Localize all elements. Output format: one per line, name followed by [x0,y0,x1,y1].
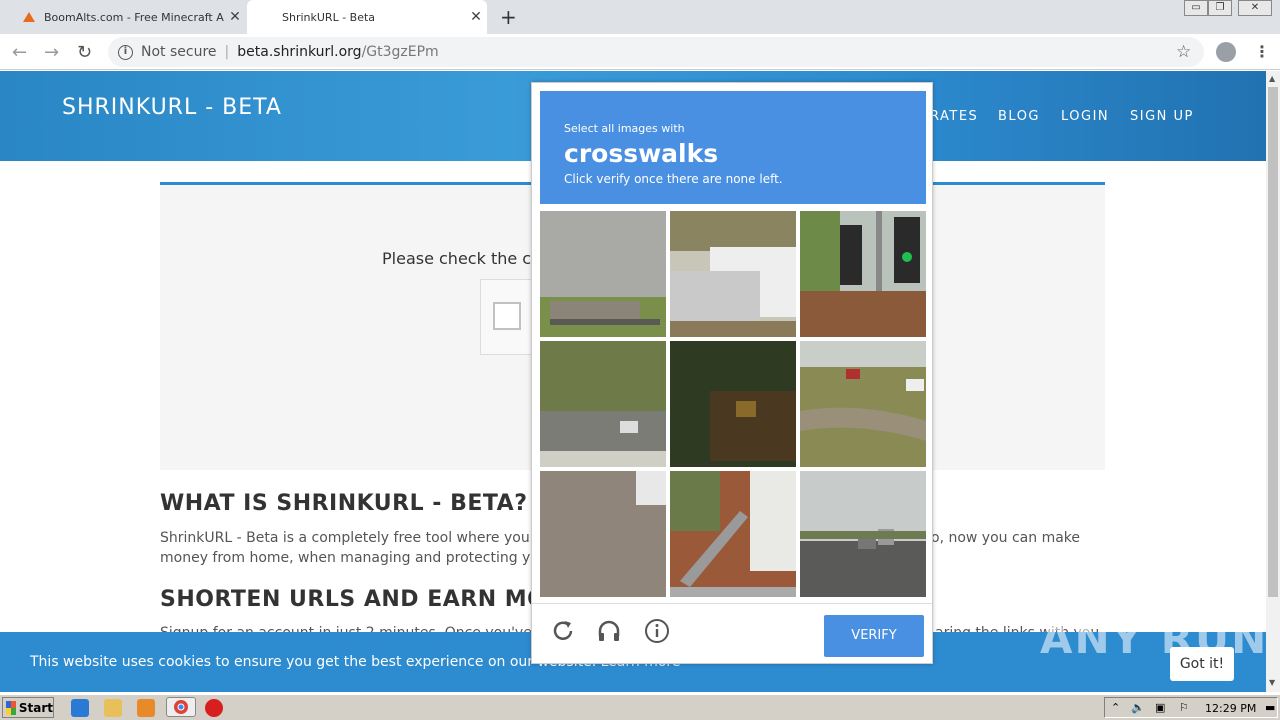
tab-title: ShrinkURL - Beta [282,10,376,24]
windows-taskbar: Start ⌃ 🔈 ▣ ⚐ 12:29 PM ▬ [0,694,1280,720]
captcha-instruction: Select all images with [564,122,685,135]
security-alert-icon[interactable] [205,699,223,717]
captcha-footer: VERIFY [532,603,932,663]
captcha-challenge: Select all images with crosswalks Click … [531,82,933,664]
audio-headphones-icon[interactable] [596,618,622,644]
para-what-line2: money from home, when managing and prote… [160,550,575,566]
minimize-button[interactable]: ▭ [1184,0,1208,16]
explorer-folder-icon[interactable] [104,699,122,717]
nav-rates[interactable]: RATES [930,109,978,124]
captcha-prompt: Please check the ca [382,249,541,268]
scroll-up-icon[interactable]: ▲ [1269,74,1275,83]
start-button[interactable]: Start [2,697,54,718]
address-separator: | [224,44,230,60]
nav-login[interactable]: LOGIN [1061,109,1109,124]
chrome-taskbar-button[interactable] [166,697,196,717]
captcha-target: crosswalks [564,139,719,168]
info-icon[interactable] [644,618,670,644]
media-player-icon[interactable] [137,699,155,717]
tile-image-7 [540,471,666,597]
nav-signup[interactable]: SIGN UP [1130,109,1194,124]
volume-icon[interactable]: 🔈 [1131,701,1145,714]
scroll-thumb[interactable] [1268,87,1278,597]
tile-image-5 [670,341,796,467]
windows-logo-icon [6,700,16,715]
captcha-subtext: Click verify once there are none left. [564,172,783,186]
page-scrollbar[interactable]: ▲ ▼ [1266,71,1280,692]
captcha-tile-1[interactable] [540,211,666,337]
captcha-tile-3[interactable] [800,211,926,337]
boomalts-favicon-icon [23,12,35,22]
site-brand[interactable]: SHRINKURL - BETA [62,95,282,120]
restore-button[interactable]: ❐ [1208,0,1232,16]
reload-icon[interactable]: ↻ [77,42,92,63]
tile-image-9 [800,471,926,597]
captcha-tile-2[interactable] [670,211,796,337]
tile-image-6 [800,341,926,467]
anyrun-watermark: ANY RUN [1040,614,1269,663]
close-tab-icon[interactable]: ✕ [465,9,487,25]
info-icon[interactable]: i [118,44,133,60]
new-tab-button[interactable]: + [500,5,517,29]
tile-image-2 [670,211,796,337]
captcha-tile-7[interactable] [540,471,666,597]
captcha-checkbox[interactable] [493,302,521,330]
show-desktop-icon[interactable]: ▬ [1265,701,1275,714]
tab-strip: BoomAlts.com - Free Minecraft Accou ✕ Sh… [0,0,1280,34]
captcha-tile-8[interactable] [670,471,796,597]
chrome-icon [174,700,188,714]
scroll-down-icon[interactable]: ▼ [1269,678,1275,687]
url-host: beta.shrinkurl.org [237,44,362,60]
tile-image-8 [670,471,796,597]
close-window-button[interactable]: ✕ [1238,0,1272,16]
url-path: /Gt3gzEPm [361,44,439,60]
para-what-line1-end: o, now you can make [931,530,1081,546]
security-label: Not secure [141,44,217,60]
address-bar[interactable]: i Not secure | beta.shrinkurl.org/Gt3gzE… [108,37,1204,67]
tile-image-4 [540,341,666,467]
menu-kebab-icon[interactable]: ⋮ [1254,42,1270,61]
captcha-tile-5[interactable] [670,341,796,467]
captcha-header: Select all images with crosswalks Click … [540,91,926,204]
cookie-text: This website uses cookies to ensure you … [30,654,597,670]
start-label: Start [18,700,53,715]
browser-toolbar: ← → ↻ i Not secure | beta.shrinkurl.org /… [0,34,1280,70]
profile-avatar-icon[interactable] [1216,42,1236,62]
captcha-tile-9[interactable] [800,471,926,597]
forward-icon[interactable]: → [44,42,59,63]
tray-expand-icon[interactable]: ⌃ [1111,701,1120,714]
action-center-flag-icon[interactable]: ⚐ [1179,701,1189,714]
ie-icon[interactable] [71,699,89,717]
tab-boomalts[interactable]: BoomAlts.com - Free Minecraft Accou ✕ [8,0,246,34]
para-what-line1: ShrinkURL - Beta is a completely free to… [160,530,560,546]
reload-icon[interactable] [550,618,576,644]
section-heading-shorten: SHORTEN URLS AND EARN MO [160,587,547,612]
clock[interactable]: 12:29 PM [1205,702,1256,715]
bookmark-star-icon[interactable]: ☆ [1176,42,1191,62]
close-tab-icon[interactable]: ✕ [224,9,246,25]
tile-image-3 [800,211,926,337]
tab-title: BoomAlts.com - Free Minecraft Accou [44,10,224,24]
tab-shrinkurl[interactable]: ShrinkURL - Beta ✕ [247,0,487,34]
section-heading-what: WHAT IS SHRINKURL - BETA? [160,491,528,516]
network-icon[interactable]: ▣ [1155,701,1165,714]
verify-button[interactable]: VERIFY [824,615,924,657]
captcha-tile-4[interactable] [540,341,666,467]
captcha-tile-6[interactable] [800,341,926,467]
back-icon[interactable]: ← [12,42,27,63]
tile-image-1 [540,211,666,337]
nav-blog[interactable]: BLOG [998,109,1040,124]
system-tray: ⌃ 🔈 ▣ ⚐ 12:29 PM ▬ [1104,697,1278,718]
